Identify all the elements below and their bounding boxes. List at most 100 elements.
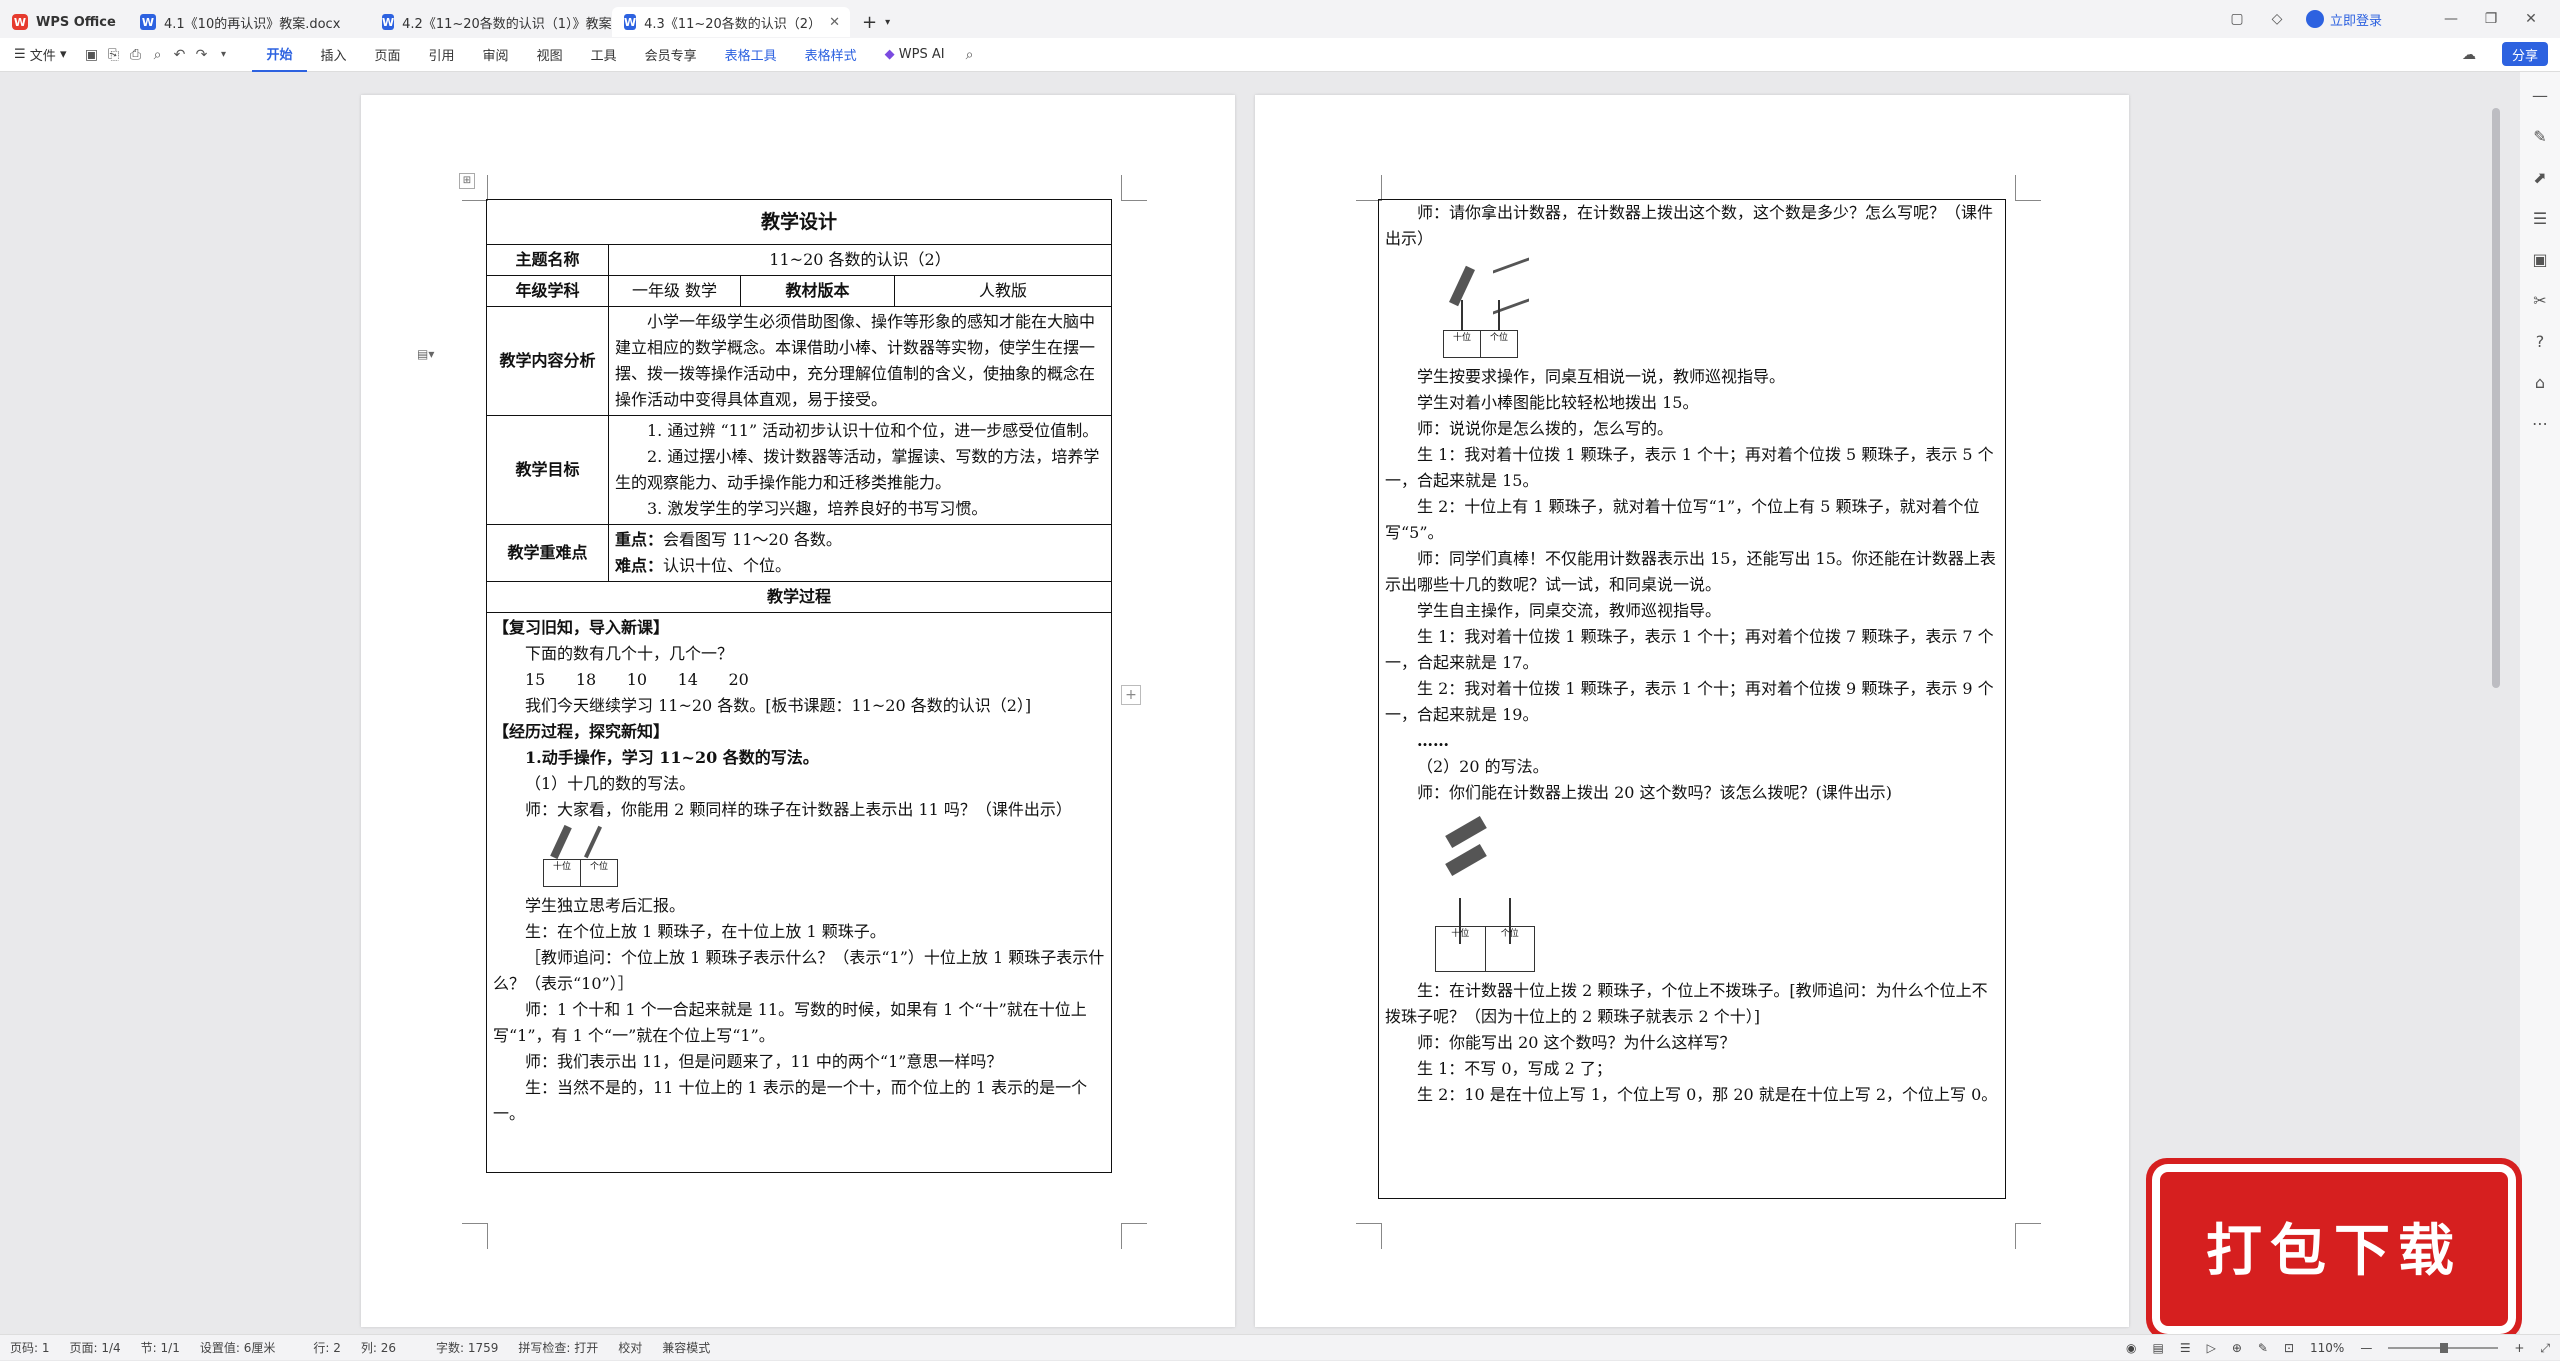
store-icon[interactable]: ⌂	[2535, 373, 2545, 392]
doc-title: 教学设计	[486, 199, 1112, 245]
edit-icon[interactable]: ✎	[2258, 1341, 2268, 1355]
tab-reference[interactable]: 引用	[415, 38, 469, 72]
topic-label: 主题名称	[486, 244, 609, 276]
tab-wps-home[interactable]: W WPS Office	[0, 7, 128, 37]
tools-icon[interactable]: ✂	[2533, 291, 2546, 310]
select-icon[interactable]: ⬈	[2533, 168, 2546, 187]
tab-start[interactable]: 开始	[252, 38, 307, 72]
word-doc-icon: W	[382, 14, 395, 30]
text-line: 下面的数有几个十，几个一？	[525, 644, 734, 663]
abacus-figure: 十位 个位	[1435, 812, 1535, 972]
tab-member[interactable]: 会员专享	[631, 38, 711, 72]
new-tab-button[interactable]: + ▾	[850, 7, 902, 37]
page-view-icon[interactable]: ▤	[2152, 1341, 2163, 1355]
status-words[interactable]: 字数: 1759	[426, 1339, 508, 1356]
key-point-label: 重点：	[615, 530, 664, 549]
save-icon[interactable]: ▣	[80, 44, 102, 66]
more-chevron-icon[interactable]: ▾	[212, 44, 234, 66]
fullscreen-icon[interactable]: ⤢	[2540, 1341, 2550, 1356]
file-label: 文件	[29, 49, 56, 64]
play-icon[interactable]: ▷	[2207, 1341, 2216, 1355]
text-line: 生 2：10 是在十位上写 1，个位上写 0，那 20 就是在十位上写 2，个位…	[1417, 1085, 1998, 1104]
close-window-icon[interactable]: ✕	[2520, 8, 2542, 30]
login-button[interactable]: 立即登录	[2305, 10, 2382, 29]
vertical-scrollbar[interactable]	[2492, 108, 2500, 688]
minimize-icon[interactable]: —	[2440, 8, 2462, 30]
tab-label: WPS Office	[36, 14, 116, 30]
print-preview-icon[interactable]: ⌕	[146, 44, 168, 66]
ai-icon: ◆	[884, 47, 895, 62]
paragraph-icon[interactable]: ▤▾	[417, 347, 434, 361]
status-proof[interactable]: 校对	[608, 1339, 652, 1356]
abacus-ones-label: 个位	[1489, 333, 1508, 343]
outline-view-icon[interactable]: ☰	[2180, 1341, 2191, 1355]
adjust-icon[interactable]: ☰	[2533, 209, 2547, 228]
status-setting[interactable]: 设置值: 6厘米	[190, 1339, 286, 1356]
restore-icon[interactable]: ❐	[2480, 8, 2502, 30]
redo-icon[interactable]: ↷	[190, 44, 212, 66]
file-menu[interactable]: ☰ 文件 ▾	[0, 38, 80, 72]
crop-mark	[462, 1223, 488, 1249]
status-page-num[interactable]: 页码: 1	[0, 1339, 60, 1356]
tab-review[interactable]: 审阅	[469, 38, 523, 72]
add-column-icon[interactable]: +	[1121, 685, 1141, 705]
tab-insert[interactable]: 插入	[307, 38, 361, 72]
download-badge[interactable]: 打包下载	[2160, 1172, 2508, 1326]
zoom-level[interactable]: 110%	[2310, 1341, 2344, 1355]
zoom-in-icon[interactable]: +	[2514, 1341, 2524, 1355]
cube-icon[interactable]: ◇	[2266, 8, 2288, 30]
pen-icon[interactable]: ✎	[2533, 127, 2546, 146]
zoom-knob[interactable]	[2440, 1343, 2449, 1353]
ribbon: ☰ 文件 ▾ ▣ ⎘ ⎙ ⌕ ↶ ↷ ▾ 开始 插入 页面 引用 审阅 视图 工…	[0, 38, 2560, 72]
status-col[interactable]: 列: 26	[351, 1339, 406, 1356]
goal-1: 1. 通过辨 “11” 活动初步认识十位和个位，进一步感受位值制。	[647, 421, 1099, 440]
wps-ai-button[interactable]: ◆ WPS AI	[871, 38, 959, 72]
tab-tools[interactable]: 工具	[577, 38, 631, 72]
tab-doc-4-2[interactable]: W 4.2《11~20各数的认识（1）》教案	[370, 7, 612, 37]
stick	[584, 825, 602, 859]
difficulty-text: 认识十位、个位。	[663, 556, 792, 575]
fit-icon[interactable]: ⊡	[2284, 1341, 2294, 1355]
search-icon[interactable]: ⌕	[959, 44, 981, 66]
share-button[interactable]: 分享	[2501, 42, 2548, 66]
text-line: 师：你能写出 20 这个数吗？为什么这样写？	[1417, 1033, 1736, 1052]
status-section[interactable]: 节: 1/1	[131, 1339, 190, 1356]
tab-doc-4-3[interactable]: W 4.3《11~20各数的认识（2） ✕	[612, 7, 850, 37]
undo-icon[interactable]: ↶	[168, 44, 190, 66]
tab-doc-4-1[interactable]: W 4.1《10的再认识》教案.docx	[128, 7, 370, 37]
text-line: 师：我们表示出 11，但是问题来了，11 中的两个“1”意思一样吗？	[525, 1052, 1003, 1071]
text-line: 学生独立思考后汇报。	[525, 896, 686, 915]
zoom-slider[interactable]	[2388, 1343, 2499, 1353]
web-view-icon[interactable]: ⊕	[2232, 1341, 2242, 1355]
status-row[interactable]: 行: 2	[303, 1339, 351, 1356]
window-icon[interactable]: ▢	[2226, 8, 2248, 30]
collapse-icon[interactable]: —	[2532, 86, 2548, 105]
key-cell: 重点：会看图写 11～20 各数。 难点：认识十位、个位。	[608, 524, 1112, 582]
cloud-icon[interactable]: ☁	[2458, 44, 2480, 66]
text-line: 生：在个位上放 1 颗珠子，在十位上放 1 颗珠子。	[525, 922, 886, 941]
table-move-handle[interactable]: ⊞	[459, 173, 475, 189]
text-line: ……	[1417, 731, 1449, 750]
tab-view[interactable]: 视图	[523, 38, 577, 72]
image-icon[interactable]: ▣	[2532, 250, 2547, 269]
export-icon[interactable]: ⎘	[102, 44, 124, 66]
goals-label: 教学目标	[486, 415, 609, 525]
status-spell[interactable]: 拼写检查: 打开	[508, 1339, 608, 1356]
zoom-out-icon[interactable]: —	[2360, 1341, 2372, 1355]
text-line: 师：同学们真棒！不仅能用计数器表示出 15，还能写出 15。你还能在计数器上表示…	[1385, 549, 1996, 594]
text-line: 学生按要求操作，同桌互相说一说，教师巡视指导。	[1417, 367, 1786, 386]
tab-table-style[interactable]: 表格样式	[791, 38, 871, 72]
help-icon[interactable]: ?	[2536, 332, 2545, 351]
abacus-tens-label: 十位	[1444, 331, 1481, 357]
tab-table-tools[interactable]: 表格工具	[711, 38, 791, 72]
more-icon[interactable]: ⋯	[2532, 414, 2548, 433]
goals-cell: 1. 通过辨 “11” 活动初步认识十位和个位，进一步感受位值制。 2. 通过摆…	[608, 415, 1112, 525]
status-pages[interactable]: 页面: 1/4	[60, 1339, 131, 1356]
text-line: 师：请你拿出计数器，在计数器上拨出这个数，这个数是多少？怎么写呢？（课件出示）	[1385, 203, 1994, 248]
goal-2: 2. 通过摆小棒、拨计数器等活动，掌握读、写数的方法，培养学生的观察能力、动手操…	[615, 447, 1100, 492]
document-page-2: 师：请你拿出计数器，在计数器上拨出这个数，这个数是多少？怎么写呢？（课件出示） …	[1255, 95, 2129, 1327]
close-icon[interactable]: ✕	[829, 15, 840, 30]
eye-icon[interactable]: ◉	[2126, 1341, 2136, 1355]
print-icon[interactable]: ⎙	[124, 44, 146, 66]
tab-page[interactable]: 页面	[361, 38, 415, 72]
